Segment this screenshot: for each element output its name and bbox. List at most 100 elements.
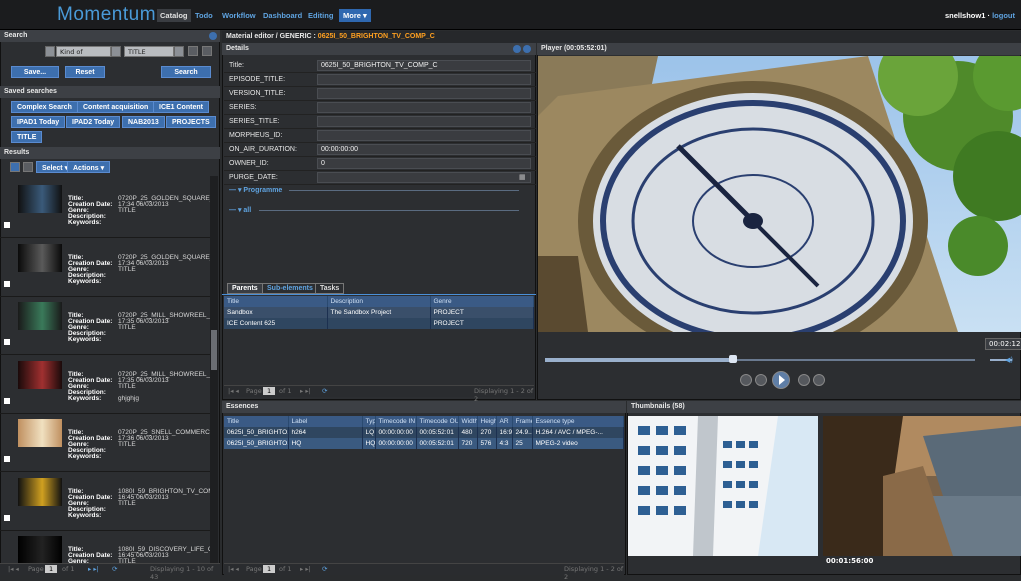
- all-toggle-icon[interactable]: — ▾: [229, 207, 243, 214]
- field-select[interactable]: TITLE: [124, 46, 174, 57]
- field-input[interactable]: 0: [317, 158, 531, 169]
- username[interactable]: snellshow1: [945, 11, 985, 20]
- result-thumbnail[interactable]: [18, 302, 62, 330]
- field-input[interactable]: [317, 102, 531, 113]
- refresh-icon[interactable]: ⟳: [322, 565, 327, 573]
- actions-menu-button[interactable]: Actions ▾: [67, 161, 111, 173]
- pager-page-input[interactable]: 1: [263, 387, 276, 395]
- field-dropdown-icon[interactable]: [174, 46, 184, 57]
- step-back-icon[interactable]: [755, 374, 767, 386]
- saved-ice1-content[interactable]: ICE1 Content: [153, 101, 209, 113]
- logout-link[interactable]: logout: [992, 11, 1015, 20]
- list-view-icon[interactable]: [10, 162, 20, 172]
- list-item[interactable]: Title:0720P_25_GOLDEN_SQUARE_2007_Creati…: [0, 178, 210, 238]
- refresh-icon[interactable]: ⟳: [112, 565, 117, 573]
- col-title[interactable]: Title: [224, 296, 328, 307]
- result-thumbnail[interactable]: [18, 536, 62, 564]
- saved-content-acquisition[interactable]: Content acquisition: [77, 101, 155, 113]
- pager-next[interactable]: ▸ ▸|: [88, 565, 99, 573]
- essence-col-header[interactable]: Title: [224, 416, 289, 427]
- nav-workflow[interactable]: Workflow: [222, 11, 256, 20]
- nav-editing[interactable]: Editing: [308, 11, 333, 20]
- essence-col-header[interactable]: Frame ra: [512, 416, 533, 427]
- programme-group[interactable]: — ▾ Programme: [229, 186, 529, 194]
- essence-col-header[interactable]: Type: [362, 416, 376, 427]
- all-group[interactable]: — ▾ all: [229, 206, 529, 214]
- result-checkbox[interactable]: [4, 514, 10, 521]
- saved-title[interactable]: TITLE: [11, 131, 43, 143]
- list-item[interactable]: Title:0720P_25_SNELL_COMMERCIALS_CCreati…: [0, 412, 210, 472]
- skip-back-icon[interactable]: [740, 374, 752, 386]
- pager-first[interactable]: |◂ ◂: [8, 565, 19, 573]
- result-thumbnail[interactable]: [18, 243, 62, 272]
- table-row[interactable]: 0625I_50_BRIGHTO... h264 LQ 00:00:00:00 00:0…: [224, 427, 624, 438]
- volume-icon[interactable]: ◀): [1005, 356, 1013, 364]
- kind-of-dropdown-icon[interactable]: [111, 46, 121, 57]
- col-genre[interactable]: Genre: [430, 296, 534, 307]
- field-input[interactable]: 0625I_50_BRIGHTON_TV_COMP_C: [317, 60, 531, 71]
- pager-next[interactable]: ▸ ▸|: [300, 387, 311, 395]
- result-checkbox[interactable]: [4, 222, 10, 228]
- edit-icon[interactable]: [513, 45, 521, 53]
- saved-projects[interactable]: PROJECTS: [166, 116, 216, 128]
- result-checkbox[interactable]: [4, 397, 10, 404]
- pager-first[interactable]: |◂ ◂: [228, 565, 239, 573]
- essence-col-header[interactable]: Label: [288, 416, 363, 427]
- essence-col-header[interactable]: Timecode IN: [375, 416, 417, 427]
- reset-button[interactable]: Reset: [65, 66, 105, 78]
- kind-of-select[interactable]: Kind of: [56, 46, 111, 57]
- search-button[interactable]: Search: [161, 66, 211, 78]
- skip-forward-icon[interactable]: [813, 374, 825, 386]
- saved-nab2013[interactable]: NAB2013: [122, 116, 165, 128]
- essence-col-header[interactable]: Height: [477, 416, 497, 427]
- tab-tasks[interactable]: Tasks: [315, 283, 345, 294]
- results-scrollbar[interactable]: [210, 176, 218, 564]
- essence-col-header[interactable]: Essence type: [532, 416, 624, 427]
- result-thumbnail[interactable]: [18, 419, 62, 447]
- tab-sub-elements[interactable]: Sub-elements: [262, 283, 318, 294]
- nav-dashboard[interactable]: Dashboard: [263, 11, 302, 20]
- field-input[interactable]: [317, 74, 531, 85]
- saved-ipad1-today[interactable]: IPAD1 Today: [11, 116, 66, 128]
- result-checkbox[interactable]: [4, 456, 10, 462]
- pager-page-input[interactable]: 1: [45, 565, 58, 573]
- field-input[interactable]: [317, 88, 531, 99]
- pager-first[interactable]: |◂ ◂: [228, 387, 239, 395]
- list-item[interactable]: Title:0720P_25_GOLDEN_SQUARE_2009_Creati…: [0, 237, 210, 297]
- table-row[interactable]: Sandbox The Sandbox Project PROJECT: [224, 307, 534, 318]
- grid-view-icon[interactable]: [23, 162, 33, 172]
- result-thumbnail[interactable]: [18, 185, 62, 213]
- tab-parents[interactable]: Parents: [227, 283, 263, 294]
- pager-page-input[interactable]: 1: [263, 565, 276, 573]
- help-icon[interactable]: [523, 45, 531, 53]
- nav-catalog[interactable]: Catalog: [157, 9, 191, 22]
- programme-toggle-icon[interactable]: — ▾: [229, 187, 243, 194]
- collapse-search-icon[interactable]: [209, 32, 217, 40]
- result-thumbnail[interactable]: [18, 477, 62, 506]
- nav-more[interactable]: More ▾: [339, 9, 371, 22]
- col-description[interactable]: Description: [327, 296, 431, 307]
- field-input[interactable]: 00:00:00:00: [317, 144, 531, 155]
- table-row[interactable]: 0625I_50_BRIGHTO... HQ HQ 00:00:00:00 00:05:…: [224, 438, 624, 449]
- list-item[interactable]: Title:1080I_59_BRIGHTON_TV_COMP_CCreatio…: [0, 471, 210, 531]
- results-scroll-thumb[interactable]: [211, 330, 217, 370]
- essence-col-header[interactable]: Timecode OUT: [416, 416, 459, 427]
- pager-next[interactable]: ▸ ▸|: [300, 565, 311, 573]
- table-row[interactable]: ICE Content 625 PROJECT: [224, 318, 534, 329]
- field-input[interactable]: [317, 116, 531, 127]
- nav-todo[interactable]: Todo: [195, 11, 213, 20]
- essence-col-header[interactable]: AR: [496, 416, 513, 427]
- field-input[interactable]: [317, 130, 531, 141]
- thumbnail-2[interactable]: [823, 416, 1021, 556]
- video-frame[interactable]: [538, 56, 1021, 332]
- result-checkbox[interactable]: [4, 280, 10, 287]
- save-search-button[interactable]: Save...: [11, 66, 59, 78]
- result-checkbox[interactable]: [4, 339, 10, 345]
- seek-handle[interactable]: [729, 355, 737, 363]
- remove-criteria-icon[interactable]: [188, 46, 198, 56]
- essence-col-header[interactable]: Width: [458, 416, 478, 427]
- thumbnail-1[interactable]: [628, 416, 818, 556]
- operator-dropdown-icon[interactable]: [45, 46, 55, 57]
- calendar-icon[interactable]: ▦: [519, 173, 526, 181]
- list-item[interactable]: Title:0720P_25_MILL_SHOWREEL_2008_Creati…: [0, 295, 210, 355]
